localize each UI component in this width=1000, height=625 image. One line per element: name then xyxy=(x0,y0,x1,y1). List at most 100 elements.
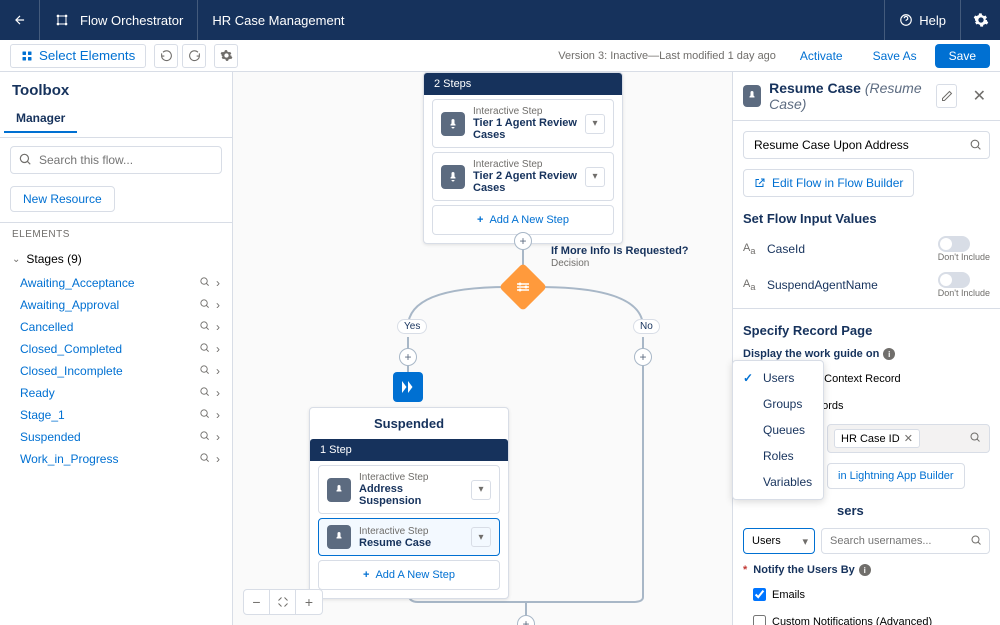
redo-button[interactable] xyxy=(182,44,206,68)
canvas-settings-button[interactable] xyxy=(214,44,238,68)
sidebar-item-awaiting_approval[interactable]: Awaiting_Approval› xyxy=(20,294,232,316)
sidebar-item-cancelled[interactable]: Cancelled› xyxy=(20,316,232,338)
notify-email-check[interactable]: Emails xyxy=(743,586,990,603)
stage-header: 2 Steps xyxy=(424,73,622,95)
settings-button[interactable] xyxy=(960,0,1000,40)
chevron-right-icon[interactable]: › xyxy=(216,298,220,312)
sidebar-item-suspended[interactable]: Suspended› xyxy=(20,426,232,448)
chevron-right-icon[interactable]: › xyxy=(216,276,220,290)
add-node-button[interactable]: + xyxy=(634,348,652,366)
edit-flow-button[interactable]: Edit Flow in Flow Builder xyxy=(743,169,914,197)
info-icon[interactable]: i xyxy=(859,564,871,576)
step-menu-button[interactable]: ▾ xyxy=(471,480,491,500)
stage-card-top: 2 Steps Interactive StepTier 1 Agent Rev… xyxy=(423,72,623,244)
close-button[interactable]: ✕ xyxy=(969,86,990,106)
sidebar-item-awaiting_acceptance[interactable]: Awaiting_Acceptance› xyxy=(20,272,232,294)
chevron-right-icon[interactable]: › xyxy=(216,408,220,422)
add-step-button[interactable]: +Add A New Step xyxy=(318,560,500,590)
pill-hrcaseid: HR Case ID✕ xyxy=(834,429,920,448)
decision-label: If More Info Is Requested?Decision xyxy=(551,245,689,269)
step-resume-case[interactable]: Interactive StepResume Case ▾ xyxy=(318,518,500,556)
sidebar: Toolbox Manager New Resource ELEMENTS ⌄ … xyxy=(0,72,233,625)
search-icon[interactable] xyxy=(199,342,210,356)
record-context-input[interactable]: HR Case ID✕ xyxy=(827,424,990,453)
step-menu-button[interactable]: ▾ xyxy=(585,114,605,134)
search-icon[interactable] xyxy=(199,452,210,466)
interactive-step-icon xyxy=(327,478,351,502)
dropdown-item-queues[interactable]: Queues xyxy=(733,417,823,443)
stage-icon xyxy=(393,372,423,402)
activate-button[interactable]: Activate xyxy=(788,44,855,68)
lightning-builder-link[interactable]: in Lightning App Builder xyxy=(827,463,965,489)
undo-button[interactable] xyxy=(154,44,178,68)
add-node-button[interactable]: + xyxy=(399,348,417,366)
dropdown-item-roles[interactable]: Roles xyxy=(733,443,823,469)
back-button[interactable] xyxy=(0,0,40,40)
search-icon[interactable] xyxy=(199,408,210,422)
add-step-button[interactable]: +Add A New Step xyxy=(432,205,614,235)
chevron-right-icon[interactable]: › xyxy=(216,364,220,378)
sidebar-search[interactable] xyxy=(10,146,222,174)
search-icon[interactable] xyxy=(199,386,210,400)
step-tier2[interactable]: Interactive StepTier 2 Agent Review Case… xyxy=(432,152,614,201)
decision-node[interactable] xyxy=(499,263,547,311)
sidebar-search-input[interactable] xyxy=(10,146,222,174)
flow-search[interactable] xyxy=(743,131,990,159)
assign-users-combo: Users xyxy=(743,528,990,554)
step-menu-button[interactable]: ▾ xyxy=(471,527,491,547)
manager-tab[interactable]: Manager xyxy=(4,105,77,133)
step-tier1[interactable]: Interactive StepTier 1 Agent Review Case… xyxy=(432,99,614,148)
assignee-search[interactable] xyxy=(821,528,990,554)
sidebar-item-stage_1[interactable]: Stage_1› xyxy=(20,404,232,426)
zoom-fit-button[interactable] xyxy=(270,590,296,614)
chevron-right-icon[interactable]: › xyxy=(216,430,220,444)
sidebar-item-work_in_progress[interactable]: Work_in_Progress› xyxy=(20,448,232,470)
chevron-right-icon[interactable]: › xyxy=(216,386,220,400)
interactive-step-icon xyxy=(441,165,465,189)
remove-pill-icon[interactable]: ✕ xyxy=(904,432,913,445)
sidebar-item-ready[interactable]: Ready› xyxy=(20,382,232,404)
dropdown-item-variables[interactable]: Variables xyxy=(733,469,823,495)
info-icon[interactable]: i xyxy=(883,348,895,360)
search-icon[interactable] xyxy=(199,298,210,312)
properties-panel: Resume Case (Resume Case) ✕ Edit Flow in… xyxy=(732,72,1000,625)
include-toggle[interactable] xyxy=(938,272,970,288)
search-icon[interactable] xyxy=(199,364,210,378)
input-caseid: Aa CaseId Don't Include xyxy=(743,236,990,262)
notify-label: *Notify the Users Byi xyxy=(743,564,990,576)
flow-canvas[interactable]: 2 Steps Interactive StepTier 1 Agent Rev… xyxy=(233,72,732,625)
dropdown-item-users[interactable]: Users xyxy=(733,365,823,391)
edit-button[interactable] xyxy=(936,84,956,108)
dropdown-item-groups[interactable]: Groups xyxy=(733,391,823,417)
chevron-right-icon[interactable]: › xyxy=(216,452,220,466)
sidebar-item-closed_completed[interactable]: Closed_Completed› xyxy=(20,338,232,360)
help-button[interactable]: Help xyxy=(884,0,960,40)
stages-group[interactable]: ⌄ Stages (9) xyxy=(0,246,232,272)
add-node-button[interactable]: + xyxy=(514,232,532,250)
branch-no-label: No xyxy=(633,319,660,334)
select-elements-button[interactable]: Select Elements xyxy=(10,44,146,68)
zoom-out-button[interactable]: − xyxy=(244,590,270,614)
add-node-button[interactable]: + xyxy=(517,615,535,625)
new-resource-button[interactable]: New Resource xyxy=(10,186,115,212)
save-button[interactable]: Save xyxy=(935,44,990,68)
sidebar-item-closed_incomplete[interactable]: Closed_Incomplete› xyxy=(20,360,232,382)
assignee-search-input[interactable] xyxy=(821,528,990,554)
search-icon[interactable] xyxy=(199,276,210,290)
search-icon[interactable] xyxy=(199,430,210,444)
assignee-type-select[interactable]: Users xyxy=(743,528,815,554)
chevron-right-icon[interactable]: › xyxy=(216,342,220,356)
save-as-button[interactable]: Save As xyxy=(861,44,929,68)
chevron-right-icon[interactable]: › xyxy=(216,320,220,334)
notify-custom-check[interactable]: Custom Notifications (Advanced) xyxy=(743,613,990,625)
users-section-title: sers xyxy=(837,503,990,518)
stage-header: 1 Step xyxy=(310,439,508,461)
chevron-down-icon: ⌄ xyxy=(12,254,20,265)
step-menu-button[interactable]: ▾ xyxy=(585,167,605,187)
zoom-in-button[interactable]: + xyxy=(296,590,322,614)
search-icon[interactable] xyxy=(199,320,210,334)
step-address-suspension[interactable]: Interactive StepAddress Suspension ▾ xyxy=(318,465,500,514)
flow-search-input[interactable] xyxy=(743,131,990,159)
include-toggle[interactable] xyxy=(938,236,970,252)
toolbox-title: Toolbox xyxy=(0,72,232,105)
